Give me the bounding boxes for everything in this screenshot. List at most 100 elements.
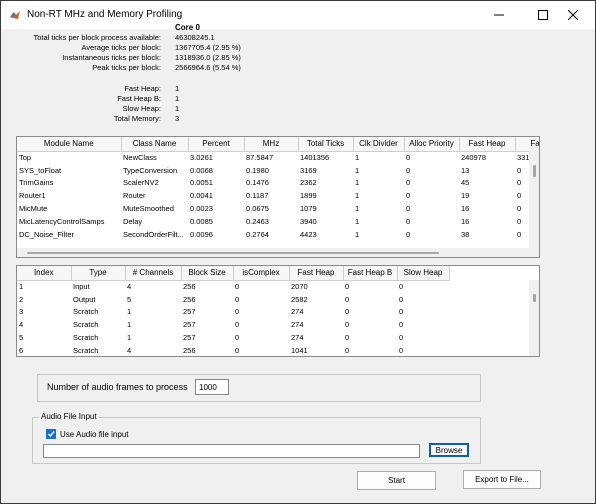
buffer-table[interactable]: Index Type # Channels Block Size isComplex Fa… [16,265,540,357]
table-cell[interactable]: 5 [17,331,71,344]
audio-file-path-input[interactable] [43,444,420,458]
table-cell[interactable]: 4 [17,318,71,331]
table-cell[interactable]: Input [71,280,125,293]
table-cell[interactable]: 1 [125,306,181,319]
table-row[interactable]: TrimGains ScalerNV2 0.0051 0.1476 2362 1 0 45 0 [17,177,539,190]
table-cell[interactable]: 0.1980 [244,164,298,177]
table-cell[interactable]: 16 [459,202,515,215]
table-cell[interactable]: 256 [181,293,233,306]
module-column-header[interactable]: Fast Heap [459,137,516,152]
module-column-header[interactable]: Alloc Priority [404,137,460,152]
table-cell[interactable]: SYS_toFloat [17,164,121,177]
table-cell[interactable]: 16 [459,215,515,228]
table-cell[interactable]: MicMute [17,202,121,215]
table-cell[interactable]: 0 [404,151,459,164]
table-cell[interactable]: Top [17,151,121,164]
table-cell[interactable]: 2070 [289,280,343,293]
table-cell[interactable]: 1 [353,177,404,190]
module-table-hscroll-thumb[interactable] [27,252,439,254]
table-cell[interactable]: 4 [125,280,181,293]
table-cell[interactable]: 13 [459,164,515,177]
table-cell[interactable]: 1 [353,202,404,215]
table-cell[interactable]: 0 [233,293,289,306]
module-column-header[interactable]: Total Ticks [298,137,354,152]
table-cell[interactable]: 1 [353,215,404,228]
table-cell[interactable]: 0 [404,164,459,177]
table-cell[interactable]: 45 [459,177,515,190]
table-cell[interactable]: 0 [397,318,449,331]
browse-button[interactable]: Browse [429,443,469,457]
start-button[interactable]: Start [357,471,436,490]
table-cell[interactable]: MicLatencyControlSamps [17,215,121,228]
table-cell[interactable]: 0.0675 [244,202,298,215]
buffer-column-header[interactable]: Index [17,266,72,281]
module-column-header[interactable]: Fa [515,137,539,152]
table-cell[interactable]: 0 [343,306,397,319]
table-cell[interactable]: 0.1187 [244,189,298,202]
table-cell[interactable]: 256 [181,280,233,293]
table-cell[interactable]: 2 [17,293,71,306]
table-cell[interactable]: 0.0096 [188,228,244,241]
table-cell[interactable]: 3.0261 [188,151,244,164]
table-cell[interactable]: 0 [343,318,397,331]
buffer-column-header[interactable]: Fast Heap B [343,266,398,281]
table-cell[interactable]: Router1 [17,189,121,202]
module-column-header[interactable]: Class Name [121,137,189,152]
table-cell[interactable]: 0 [404,215,459,228]
table-cell[interactable]: 0.0023 [188,202,244,215]
table-cell[interactable]: 0.0068 [188,164,244,177]
table-cell[interactable]: 256 [181,344,233,356]
table-cell[interactable]: 0 [233,331,289,344]
use-audio-file-checkbox[interactable] [46,429,56,439]
table-cell[interactable]: 274 [289,318,343,331]
table-row[interactable]: Router1 Router 0.0041 0.1187 1899 1 0 19 0 [17,189,539,202]
table-cell[interactable]: 0 [397,293,449,306]
table-cell[interactable]: 5 [125,293,181,306]
table-cell[interactable]: 1079 [298,202,353,215]
table-row[interactable]: 1 Input 4 256 0 2070 0 0 [17,280,449,293]
module-table-vscroll-thumb[interactable] [533,165,536,177]
table-cell[interactable]: 0 [343,280,397,293]
table-cell[interactable]: 0.2463 [244,215,298,228]
table-cell[interactable]: 1041 [289,344,343,356]
module-column-header[interactable]: MHz [244,137,299,152]
table-cell[interactable]: MuteSmoothed [121,202,188,215]
table-cell[interactable]: 0 [233,318,289,331]
table-cell[interactable]: Router [121,189,188,202]
table-cell[interactable]: DC_Noise_Filter [17,228,121,241]
table-cell[interactable]: 257 [181,331,233,344]
table-cell[interactable]: TypeConversion [121,164,188,177]
buffer-column-header[interactable]: isComplex [233,266,290,281]
table-cell[interactable]: 1 [353,189,404,202]
buffer-column-header[interactable]: Block Size [181,266,234,281]
table-row[interactable]: 2 Output 5 256 0 2582 0 0 [17,293,449,306]
table-cell[interactable]: 0 [397,344,449,356]
table-row[interactable]: 6 Scratch 4 256 0 1041 0 0 [17,344,449,356]
table-cell[interactable]: 0.1476 [244,177,298,190]
table-cell[interactable]: Scratch [71,331,125,344]
use-audio-file-label[interactable]: Use Audio file input [60,430,129,439]
table-cell[interactable]: 257 [181,318,233,331]
table-cell[interactable]: 0 [233,306,289,319]
table-cell[interactable]: SecondOrderFilt... [121,228,188,241]
table-cell[interactable]: 274 [289,306,343,319]
table-cell[interactable]: 0.0085 [188,215,244,228]
frames-input[interactable]: 1000 [195,379,229,395]
table-cell[interactable]: 0 [233,344,289,356]
table-cell[interactable]: 0 [397,306,449,319]
buffer-column-header[interactable]: Fast Heap [289,266,344,281]
module-column-header[interactable]: Percent [188,137,245,152]
table-cell[interactable]: 0.0041 [188,189,244,202]
table-cell[interactable]: 0 [404,189,459,202]
table-row[interactable]: Top NewClass 3.0261 87.5847 1401356 1 0 240978 3… [17,151,539,164]
table-cell[interactable]: 1 [17,280,71,293]
table-cell[interactable]: Scratch [71,344,125,356]
table-cell[interactable]: 3169 [298,164,353,177]
table-cell[interactable]: 240978 [459,151,515,164]
table-cell[interactable]: 0.0051 [188,177,244,190]
table-cell[interactable]: 274 [289,331,343,344]
table-cell[interactable]: 0 [397,280,449,293]
export-to-file-button[interactable]: Export to File... [463,470,541,489]
table-cell[interactable]: 38 [459,228,515,241]
table-cell[interactable]: 2582 [289,293,343,306]
